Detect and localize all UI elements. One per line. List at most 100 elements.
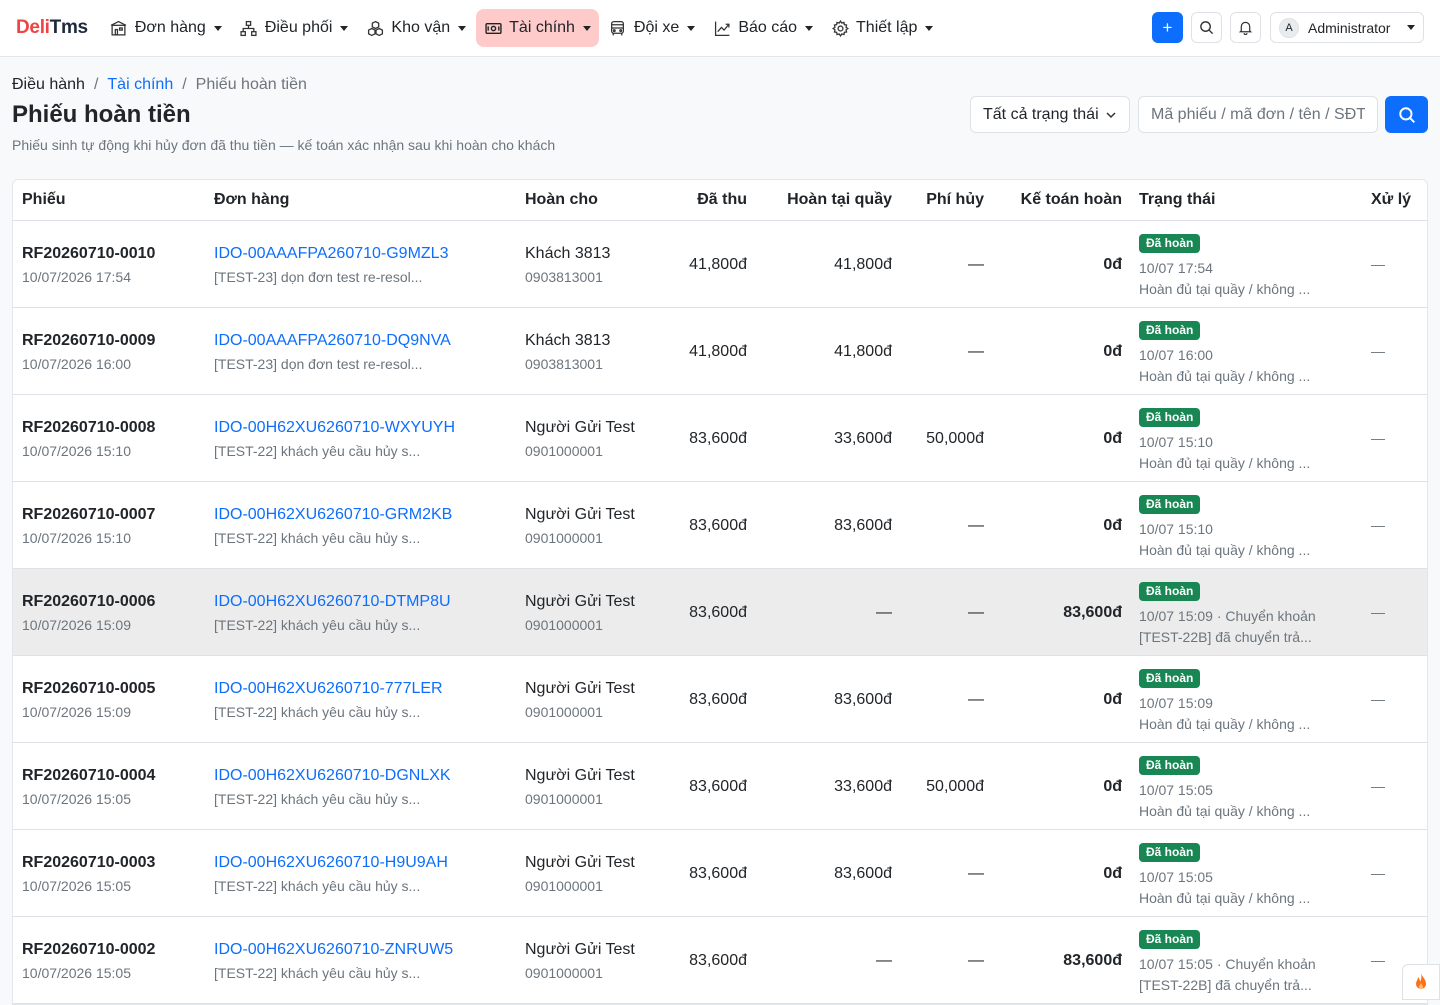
user-menu[interactable]: A Administrator: [1270, 12, 1424, 43]
chevron-down-icon: [805, 26, 813, 31]
order-link[interactable]: IDO-00H62XU6260710-DTMP8U: [214, 593, 451, 611]
order-link[interactable]: IDO-00H62XU6260710-WXYUYH: [214, 419, 455, 437]
status-time: 10/07 15:09: [1139, 695, 1213, 711]
status-description: [TEST-22B] đã chuyển trả...: [1139, 629, 1312, 645]
order-link[interactable]: IDO-00H62XU6260710-GRM2KB: [214, 506, 452, 524]
status-description: Hoàn đủ tại quầy / không ...: [1139, 803, 1310, 819]
status-time: 10/07 15:10: [1139, 434, 1213, 450]
customer-name: Người Gửi Test: [525, 593, 635, 611]
status-description: Hoàn đủ tại quầy / không ...: [1139, 281, 1310, 297]
status-badge: Đã hoàn: [1139, 669, 1200, 688]
add-button[interactable]: +: [1152, 12, 1183, 43]
chevron-down-icon: [1407, 25, 1415, 30]
global-search-button[interactable]: [1191, 12, 1222, 43]
status-time: 10/07 15:05: [1139, 782, 1213, 798]
paid-amount: 83,600đ: [689, 952, 747, 970]
status-description: Hoàn đủ tại quầy / không ...: [1139, 716, 1310, 732]
order-note: [TEST-23] dọn đơn test re-resol...: [214, 269, 422, 285]
customer-name: Người Gửi Test: [525, 506, 635, 524]
breadcrumb-item-operations[interactable]: Điều hành: [12, 76, 85, 94]
nav-orders-label: Đơn hàng: [135, 19, 206, 37]
voucher-code: RF20260710-0010: [22, 245, 155, 263]
action-placeholder: —: [1371, 604, 1385, 620]
order-link[interactable]: IDO-00AAAFPA260710-DQ9NVA: [214, 332, 451, 350]
status-badge: Đã hoàn: [1139, 234, 1200, 253]
order-link[interactable]: IDO-00H62XU6260710-777LER: [214, 680, 443, 698]
status-badge: Đã hoàn: [1139, 930, 1200, 949]
nav-dispatch[interactable]: Điều phối: [232, 9, 357, 47]
cancel-fee: —: [968, 952, 984, 970]
table-row[interactable]: RF20260710-000610/07/2026 15:09IDO-00H62…: [13, 569, 1427, 656]
action-placeholder: —: [1371, 430, 1385, 446]
breadcrumb-item-finance[interactable]: Tài chính: [107, 76, 173, 94]
col-header-cancel-fee[interactable]: Phí hủy: [926, 191, 984, 209]
table-row[interactable]: RF20260710-000710/07/2026 15:10IDO-00H62…: [13, 482, 1427, 569]
notifications-button[interactable]: [1230, 12, 1261, 43]
search-input[interactable]: [1138, 96, 1378, 133]
bus-icon: [609, 19, 627, 37]
counter-refund-amount: —: [876, 952, 892, 970]
nav-settings[interactable]: Thiết lập: [823, 9, 941, 47]
nav-settings-label: Thiết lập: [856, 19, 917, 37]
table-row[interactable]: RF20260710-000910/07/2026 16:00IDO-00AAA…: [13, 308, 1427, 395]
status-badge-label: Đã hoàn: [1139, 669, 1200, 688]
table-row[interactable]: RF20260710-001010/07/2026 17:54IDO-00AAA…: [13, 221, 1427, 308]
table-row[interactable]: RF20260710-0004 10/07/2026 15:05 IDO-00H62…: [13, 743, 1427, 830]
col-header-counter-refund[interactable]: Hoàn tại quầy: [787, 191, 892, 209]
page-subtitle: Phiếu sinh tự động khi hủy đơn đã thu ti…: [12, 137, 555, 153]
table-row[interactable]: RF20260710-000510/07/2026 15:09IDO-00H62…: [13, 656, 1427, 743]
cancel-fee: —: [968, 256, 984, 274]
brand-part1: Deli: [16, 17, 50, 38]
order-link[interactable]: IDO-00H62XU6260710-DGNLXK: [214, 767, 451, 785]
voucher-date: 10/07/2026 15:05: [22, 791, 131, 807]
nav-finance[interactable]: Tài chính: [476, 9, 599, 47]
refunds-table: Phiếu Đơn hàng Hoàn cho Đã thu Hoàn tại …: [12, 179, 1428, 1005]
nav-fleet[interactable]: Đội xe: [601, 9, 703, 47]
customer-name: Khách 3813: [525, 245, 610, 263]
col-header-accounting-refund[interactable]: Kế toán hoàn: [1021, 191, 1122, 209]
status-badge-label: Đã hoàn: [1139, 495, 1200, 514]
col-header-voucher[interactable]: Phiếu: [22, 191, 66, 209]
accounting-refund-amount: 0đ: [1103, 517, 1122, 535]
voucher-date: 10/07/2026 15:09: [22, 704, 131, 720]
voucher-date: 10/07/2026 15:05: [22, 965, 131, 981]
chevron-down-icon: [214, 26, 222, 31]
col-header-status[interactable]: Trạng thái: [1139, 191, 1215, 209]
col-header-refund-to[interactable]: Hoàn cho: [525, 191, 598, 209]
col-header-paid[interactable]: Đã thu: [697, 191, 747, 209]
status-badge: Đã hoàn: [1139, 582, 1200, 601]
col-header-order[interactable]: Đơn hàng: [214, 191, 289, 209]
order-note: [TEST-22] khách yêu cầu hủy s...: [214, 617, 420, 633]
order-link[interactable]: IDO-00AAAFPA260710-G9MZL3: [214, 245, 448, 263]
counter-refund-amount: 33,600đ: [834, 430, 892, 448]
customer-phone: 0901000001: [525, 530, 603, 546]
customer-phone: 0901000001: [525, 704, 603, 720]
paid-amount: 41,800đ: [689, 256, 747, 274]
nav-orders[interactable]: Đơn hàng: [102, 9, 230, 47]
action-placeholder: —: [1371, 778, 1385, 794]
order-note: [TEST-22] khách yêu cầu hủy s...: [214, 530, 420, 546]
brand-logo[interactable]: DeliTms: [16, 17, 88, 39]
customer-name: Người Gửi Test: [525, 680, 635, 698]
table-row[interactable]: RF20260710-000210/07/2026 15:05IDO-00H62…: [13, 917, 1427, 1004]
order-link[interactable]: IDO-00H62XU6260710-ZNRUW5: [214, 941, 453, 959]
devtools-button[interactable]: [1402, 964, 1440, 1000]
col-header-action[interactable]: Xử lý: [1371, 191, 1411, 209]
status-filter-select[interactable]: Tất cả trạng thái: [970, 96, 1130, 133]
cancel-fee: —: [968, 691, 984, 709]
order-link[interactable]: IDO-00H62XU6260710-H9U9AH: [214, 854, 448, 872]
top-navbar: DeliTms Đơn hàng Điều phối Kho vận Tài c…: [0, 0, 1440, 57]
order-note: [TEST-23] dọn đơn test re-resol...: [214, 356, 422, 372]
nav-reports[interactable]: Báo cáo: [705, 9, 821, 47]
search-button[interactable]: [1385, 96, 1428, 133]
voucher-code: RF20260710-0004: [22, 767, 155, 785]
cash-icon: [484, 19, 502, 37]
order-note: [TEST-22] khách yêu cầu hủy s...: [214, 791, 420, 807]
cancel-fee: —: [968, 517, 984, 535]
accounting-refund-amount: 0đ: [1103, 343, 1122, 361]
nav-warehouse[interactable]: Kho vận: [358, 9, 474, 47]
table-row[interactable]: RF20260710-000810/07/2026 15:10IDO-00H62…: [13, 395, 1427, 482]
table-row[interactable]: RF20260710-000310/07/2026 15:05IDO-00H62…: [13, 830, 1427, 917]
action-placeholder: —: [1371, 952, 1385, 968]
order-note: [TEST-22] khách yêu cầu hủy s...: [214, 878, 420, 894]
